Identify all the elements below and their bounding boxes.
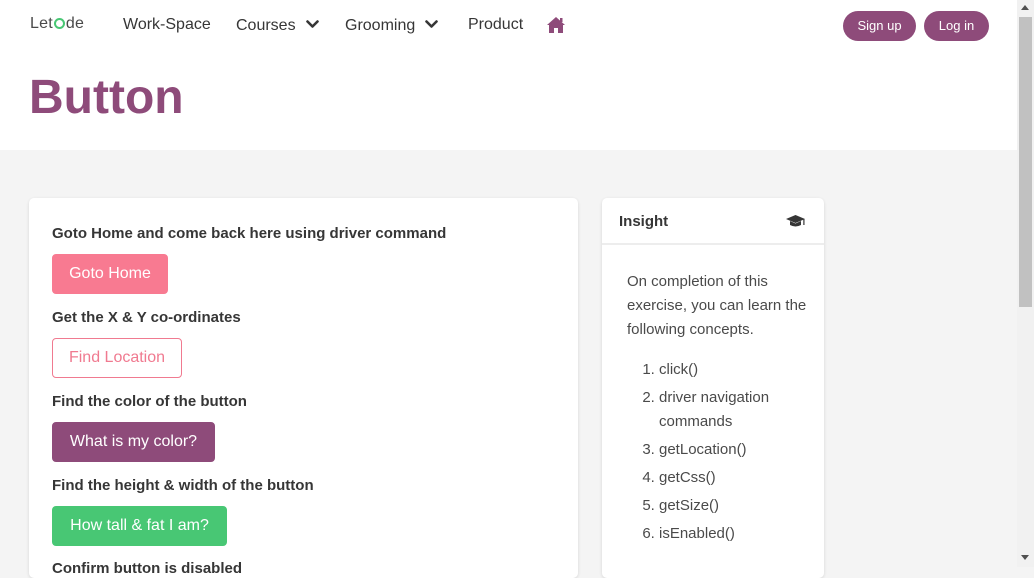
insight-body: On completion of this exercise, you can … <box>627 270 807 550</box>
logo-suffix: de <box>65 15 85 32</box>
question-color: Find the color of the button <box>52 393 247 410</box>
logo-ring-icon <box>53 18 65 29</box>
nav-item-courses[interactable]: Courses <box>236 16 319 35</box>
logo-prefix: Let <box>30 15 53 32</box>
chevron-down-icon <box>425 16 439 34</box>
logo[interactable]: Let de <box>30 15 84 33</box>
login-button[interactable]: Log in <box>924 11 989 41</box>
page-title: Button <box>29 71 184 124</box>
home-icon[interactable] <box>546 16 566 39</box>
find-location-button[interactable]: Find Location <box>52 338 182 378</box>
question-disabled: Confirm button is disabled <box>52 560 242 577</box>
scroll-up-arrow-icon[interactable] <box>1021 5 1029 10</box>
nav-item-grooming[interactable]: Grooming <box>345 16 439 35</box>
nav-item-product[interactable]: Product <box>468 16 523 34</box>
exercise-card: Goto Home and come back here using drive… <box>29 198 578 578</box>
graduation-cap-icon <box>785 214 806 233</box>
insight-header: Insight <box>602 198 824 245</box>
concept-item: getLocation() <box>659 438 807 462</box>
question-location: Get the X & Y co-ordinates <box>52 309 241 326</box>
concept-item: click() <box>659 358 807 382</box>
how-tall-fat-button[interactable]: How tall & fat I am? <box>52 506 227 546</box>
header-section: Let de Work-Space Courses Grooming Produc… <box>0 0 1017 150</box>
navbar: Let de Work-Space Courses Grooming Produc… <box>0 0 1017 52</box>
nav-item-work-space[interactable]: Work-Space <box>123 16 211 34</box>
concept-item: isEnabled() <box>659 522 807 546</box>
question-goto-home: Goto Home and come back here using drive… <box>52 225 447 242</box>
concept-item: getSize() <box>659 494 807 518</box>
what-is-my-color-button[interactable]: What is my color? <box>52 422 215 462</box>
nav-item-label: Courses <box>236 17 296 34</box>
insight-panel: Insight On completion of this exercise, … <box>602 198 824 578</box>
nav-item-label: Grooming <box>345 17 416 34</box>
insight-intro: On completion of this exercise, you can … <box>627 273 807 338</box>
concept-item: driver navigation commands <box>659 386 807 434</box>
nav-item-label: Product <box>468 16 524 33</box>
concept-list: click() driver navigation commands getLo… <box>627 358 807 546</box>
nav-item-label: Work-Space <box>123 16 211 33</box>
concept-item: getCss() <box>659 466 807 490</box>
goto-home-button[interactable]: Goto Home <box>52 254 168 294</box>
scroll-down-arrow-icon[interactable] <box>1021 555 1029 560</box>
scroll-thumb[interactable] <box>1019 17 1032 307</box>
question-size: Find the height & width of the button <box>52 477 314 494</box>
chevron-down-icon <box>305 16 319 34</box>
vertical-scrollbar[interactable] <box>1017 0 1034 567</box>
signup-button[interactable]: Sign up <box>843 11 916 41</box>
insight-title: Insight <box>619 213 669 230</box>
